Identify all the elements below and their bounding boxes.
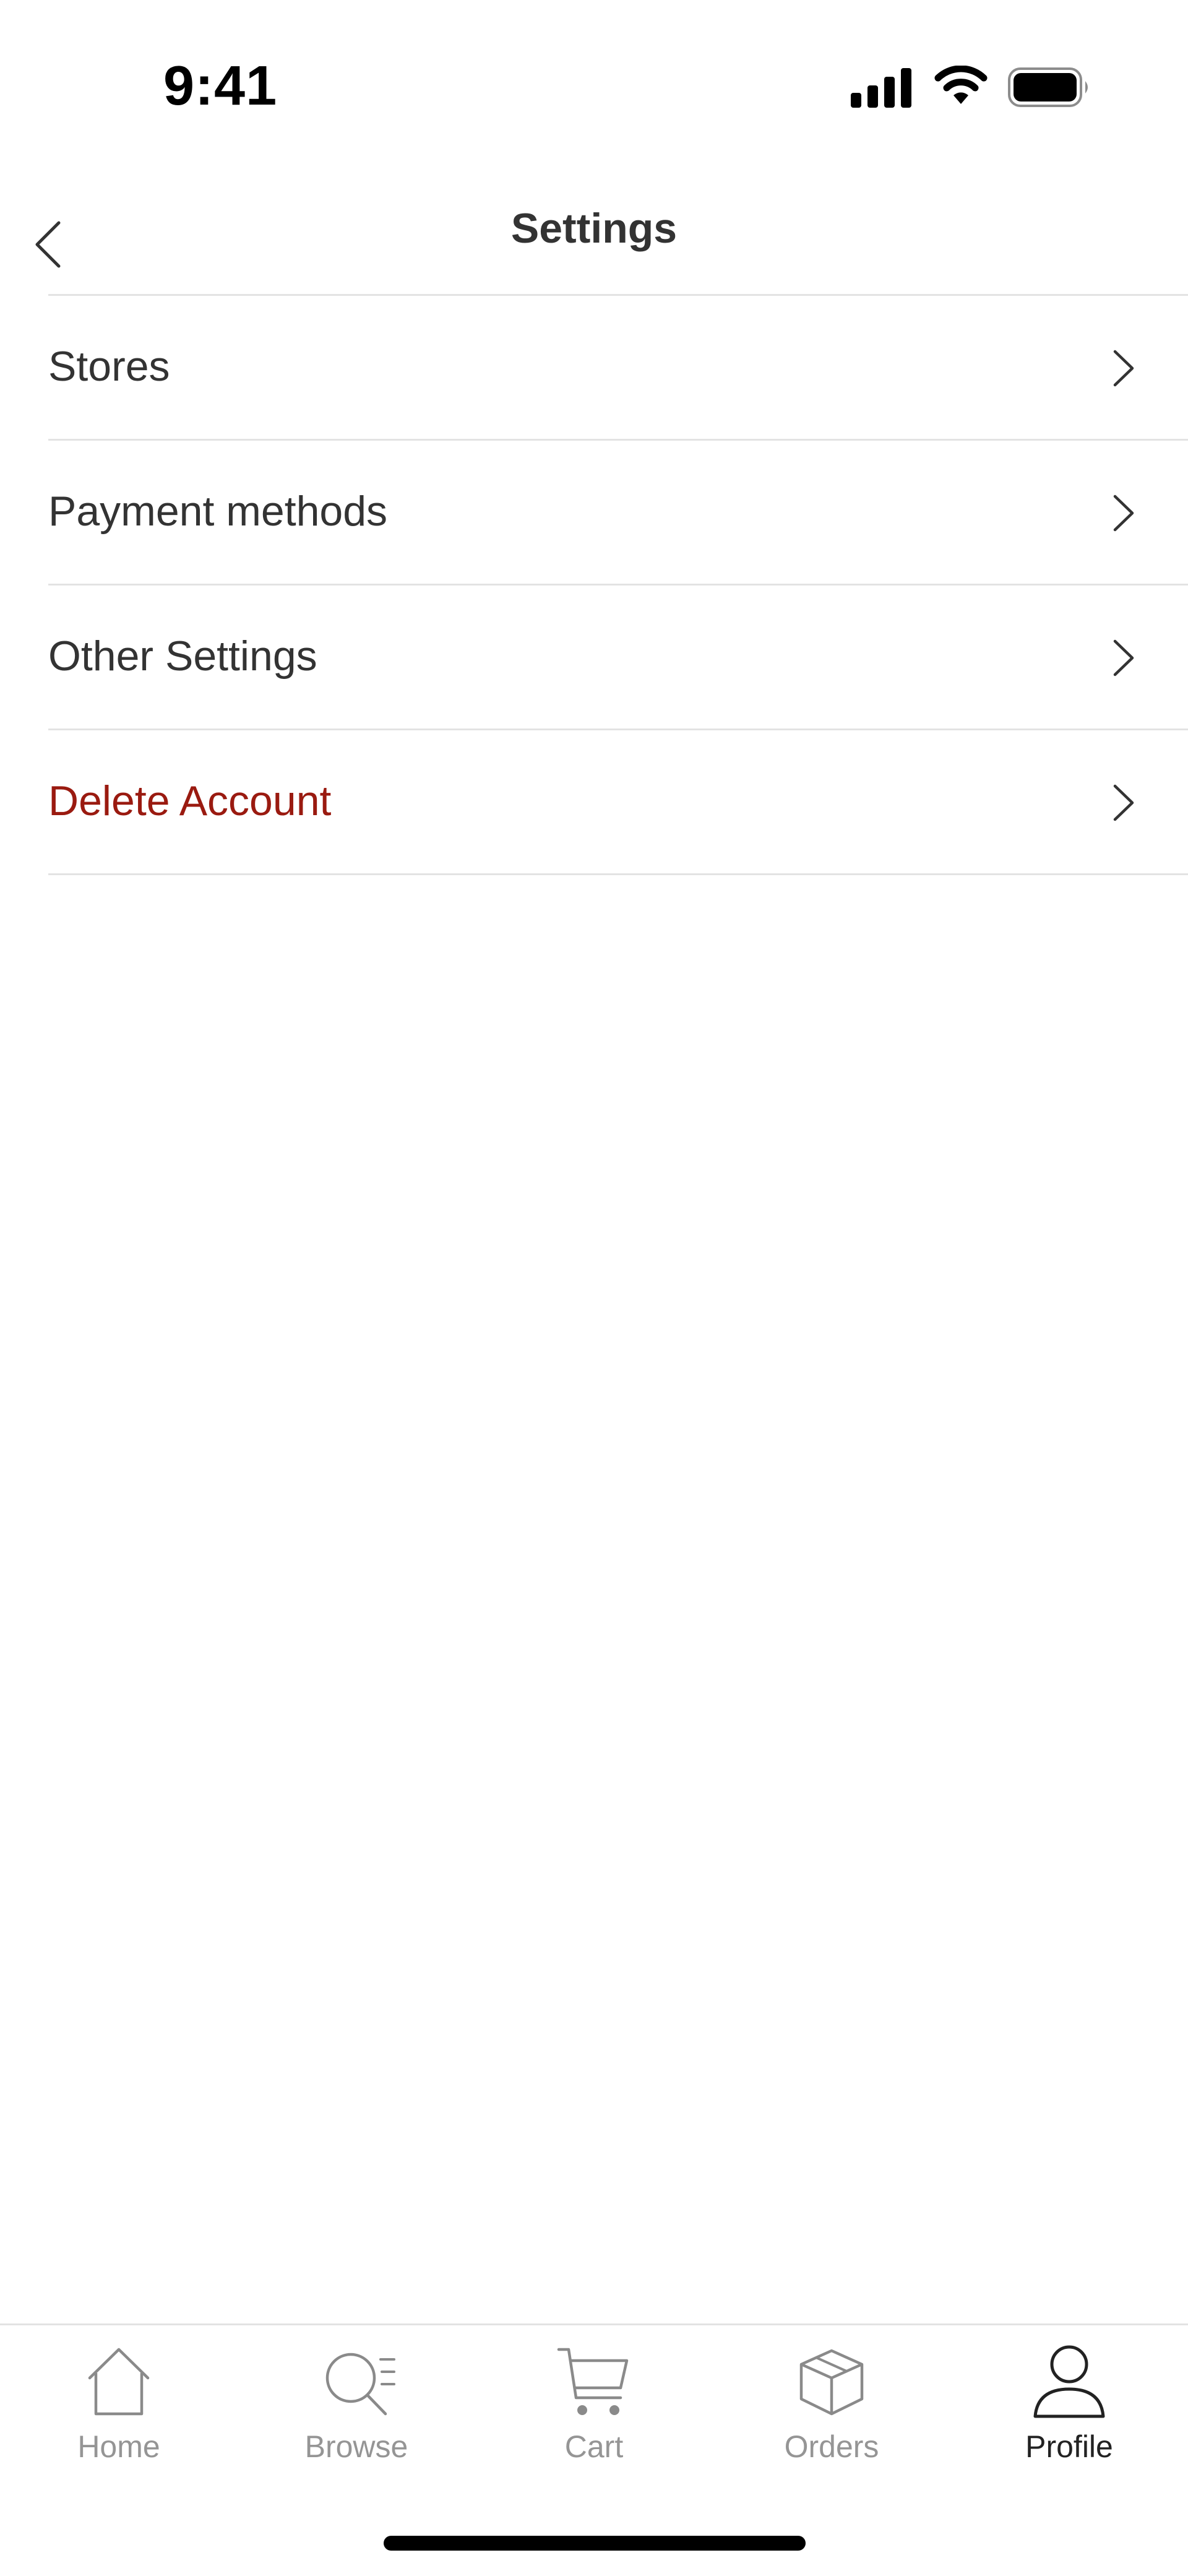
tab-orders[interactable]: Orders (713, 2342, 950, 2484)
settings-item-label: Stores (48, 343, 170, 390)
cellular-signal-icon (851, 68, 911, 108)
chevron-right-icon (1113, 350, 1134, 387)
browse-search-icon (325, 2353, 395, 2416)
settings-item-delete-account[interactable]: Delete Account (0, 730, 1188, 875)
chevron-right-icon (1113, 784, 1134, 821)
status-time: 9:41 (163, 55, 278, 117)
tab-label: Cart (564, 2429, 624, 2464)
settings-item-label: Payment methods (48, 488, 388, 535)
battery-icon (1008, 67, 1088, 107)
navigation-bar: Settings (0, 186, 1188, 296)
status-bar: 9:41 (0, 0, 1188, 161)
settings-item-stores[interactable]: Stores (0, 296, 1188, 441)
tab-profile[interactable]: Profile (950, 2342, 1188, 2484)
settings-list: Stores Payment methods Other Settings De… (0, 296, 1188, 875)
tab-bar: Home Browse Cart Orders Profile (0, 2323, 1188, 2576)
box-icon (799, 2349, 864, 2416)
settings-item-payment-methods[interactable]: Payment methods (0, 441, 1188, 586)
chevron-right-icon (1113, 639, 1134, 676)
tab-browse[interactable]: Browse (238, 2342, 475, 2484)
home-icon (88, 2348, 150, 2416)
settings-item-label: Delete Account (48, 777, 332, 824)
settings-item-label: Other Settings (48, 633, 317, 680)
tab-label: Profile (1025, 2429, 1113, 2464)
chevron-right-icon (1113, 495, 1134, 532)
tab-label: Orders (784, 2429, 879, 2464)
tab-label: Browse (304, 2429, 408, 2464)
divider (0, 2323, 1188, 2325)
page-title: Settings (510, 205, 678, 252)
divider (48, 873, 1188, 875)
tab-home[interactable]: Home (0, 2342, 238, 2484)
cart-icon (557, 2348, 629, 2415)
settings-screen: 9:41 Settings Stores Payment methods Oth… (0, 0, 1188, 2576)
tab-label: Home (77, 2429, 160, 2464)
wifi-icon (934, 66, 988, 104)
tab-cart[interactable]: Cart (475, 2342, 713, 2484)
home-indicator[interactable] (384, 2536, 806, 2551)
settings-item-other-settings[interactable]: Other Settings (0, 586, 1188, 730)
person-icon (1033, 2345, 1105, 2418)
